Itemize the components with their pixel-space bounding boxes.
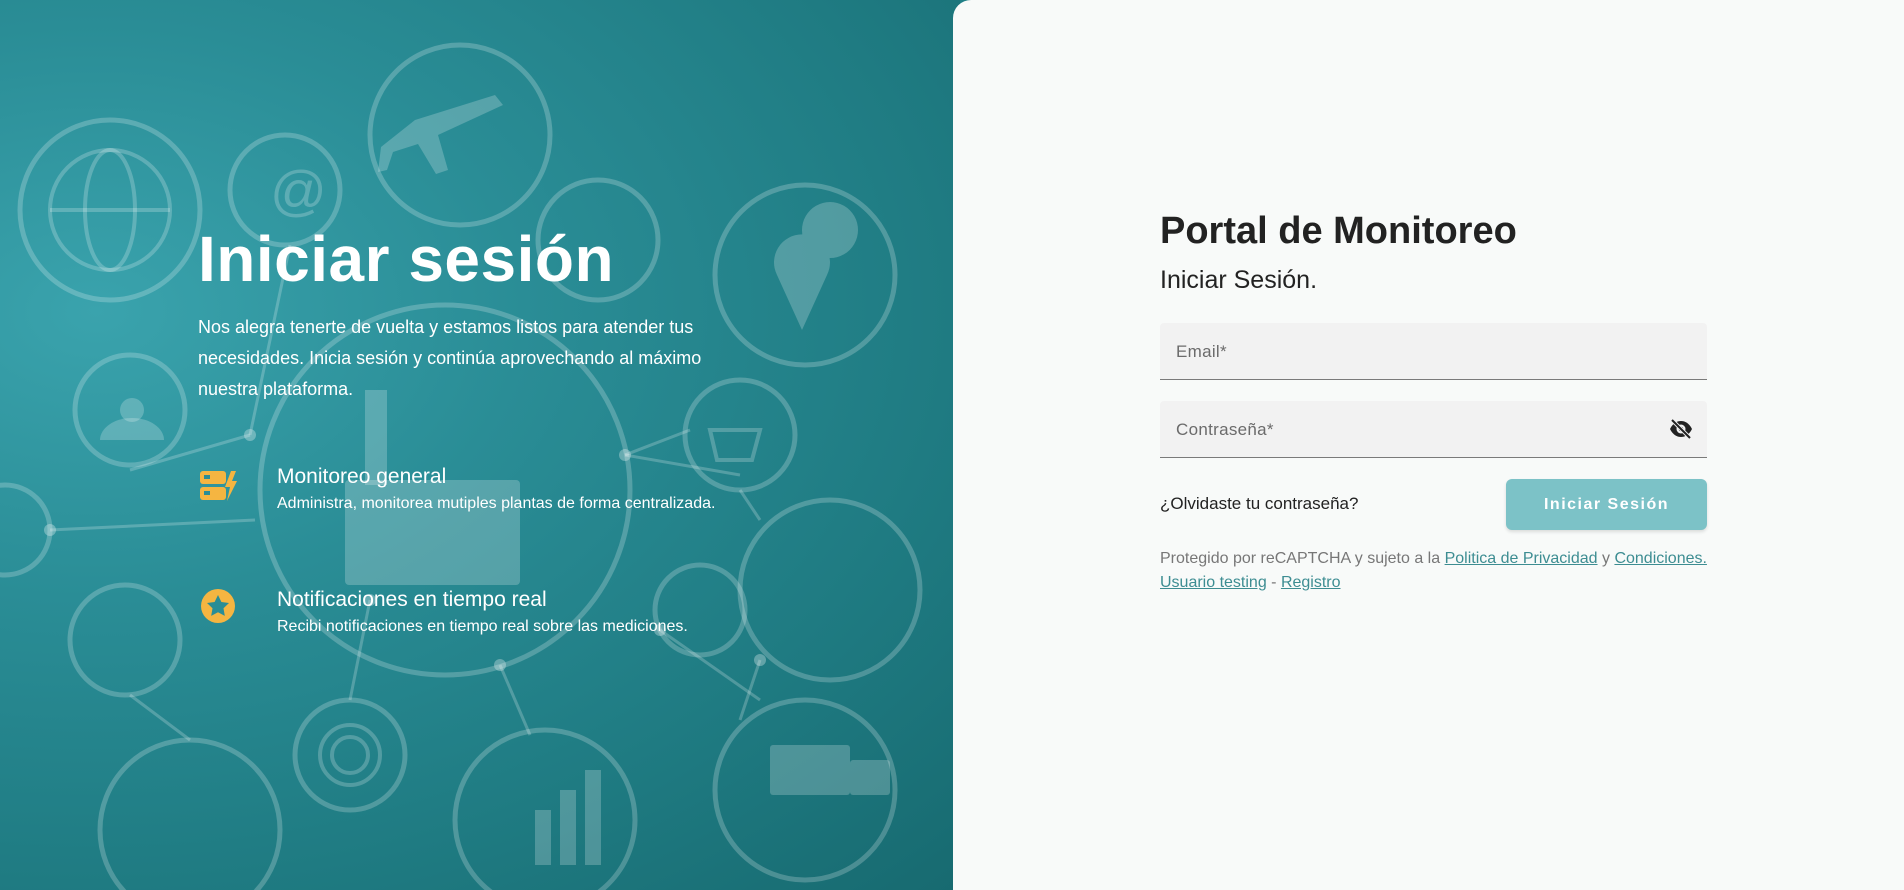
password-field[interactable]: Contraseña* xyxy=(1160,401,1707,458)
legal-notice: Protegido por reCAPTCHA y sujeto a la Po… xyxy=(1160,547,1707,595)
svg-text:@: @ xyxy=(270,159,327,222)
portal-title: Portal de Monitoreo xyxy=(1160,210,1517,252)
login-button[interactable]: Iniciar Sesión xyxy=(1506,479,1707,530)
register-link[interactable]: Registro xyxy=(1281,574,1341,591)
hero-description: Nos alegra tenerte de vuelta y estamos l… xyxy=(198,317,702,399)
hero-panel: @ Iniciar sesión Nos alegra tenerte de v… xyxy=(0,0,960,890)
testing-user-link[interactable]: Usuario testing xyxy=(1160,574,1267,591)
forgot-password-link[interactable]: ¿Olvidaste tu contraseña? xyxy=(1160,494,1358,514)
legal-and: y xyxy=(1597,550,1615,567)
login-subtitle: Iniciar Sesión. xyxy=(1160,266,1318,294)
hero-title: Iniciar sesión xyxy=(198,223,615,295)
feature-description: Administra, monitorea mutiples plantas d… xyxy=(277,495,716,512)
email-input[interactable] xyxy=(1160,323,1707,379)
network-illustration: @ xyxy=(0,42,923,890)
feature-title: Notificaciones en tiempo real xyxy=(277,588,547,611)
feature-description: Recibi notificaciones en tiempo real sob… xyxy=(277,618,688,635)
legal-prefix: Protegido por reCAPTCHA y sujeto a la xyxy=(1160,550,1445,567)
feature-title: Monitoreo general xyxy=(277,465,447,488)
password-input[interactable] xyxy=(1160,401,1707,457)
terms-link[interactable]: Condiciones. xyxy=(1614,550,1707,567)
server-bolt-icon xyxy=(200,471,237,501)
privacy-policy-link[interactable]: Politica de Privacidad xyxy=(1445,550,1598,567)
star-badge-icon xyxy=(201,589,235,623)
eye-off-icon[interactable] xyxy=(1669,418,1693,440)
legal-separator: - xyxy=(1266,574,1281,591)
email-field[interactable]: Email* xyxy=(1160,323,1707,380)
login-panel: Portal de Monitoreo Iniciar Sesión. Emai… xyxy=(953,0,1904,890)
